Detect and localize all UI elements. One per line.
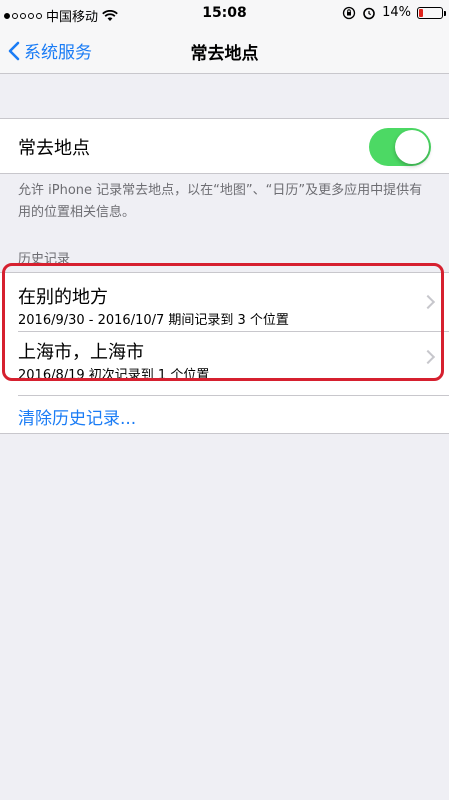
battery-percent: 14% <box>382 5 411 20</box>
frequent-locations-toggle[interactable] <box>369 128 431 166</box>
setting-description: 允许 iPhone 记录常去地点，以在“地图”、“日历”及更多应用中提供有用的位… <box>18 183 423 220</box>
status-bar: 中国移动 15:08 14% <box>0 0 449 28</box>
rotation-lock-icon <box>342 6 356 19</box>
clear-history-button[interactable]: 清除历史记录... <box>18 404 136 429</box>
highlight-annotation <box>2 263 444 381</box>
alarm-icon <box>363 7 375 19</box>
clear-history-row[interactable]: 清除历史记录... <box>18 395 449 435</box>
status-right: 14% <box>342 5 446 20</box>
toggle-knob <box>395 130 429 164</box>
battery-icon <box>417 6 446 19</box>
setting-group: 常去地点 <box>0 118 449 174</box>
page-title: 常去地点 <box>190 44 259 64</box>
navigation-bar: 系统服务 常去地点 <box>0 28 449 74</box>
setting-label: 常去地点 <box>18 138 90 159</box>
